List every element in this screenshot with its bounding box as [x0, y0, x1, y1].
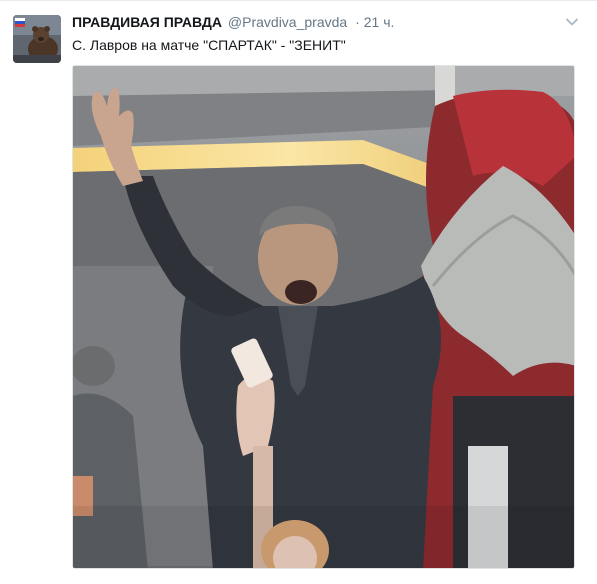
- tweet-card[interactable]: ПРАВДИВАЯ ПРАВДА @Pravdiva_pravda · 21 ч.…: [0, 0, 597, 584]
- chevron-down-icon: [566, 18, 578, 26]
- author-avatar[interactable]: [13, 15, 61, 63]
- author-name[interactable]: ПРАВДИВАЯ ПРАВДА: [72, 14, 222, 30]
- photo-image: [73, 66, 574, 568]
- separator-dot: ·: [355, 14, 360, 30]
- tweet-photo[interactable]: [72, 65, 575, 569]
- author-handle[interactable]: @Pravdiva_pravda: [228, 14, 347, 30]
- tweet-menu-button[interactable]: [565, 15, 579, 29]
- bear-avatar-icon: [13, 15, 61, 63]
- tweet-text: С. Лавров на матче "СПАРТАК" - "ЗЕНИТ": [72, 37, 346, 53]
- tweet-header: ПРАВДИВАЯ ПРАВДА @Pravdiva_pravda · 21 ч.: [72, 13, 557, 31]
- tweet-timestamp[interactable]: 21 ч.: [364, 14, 395, 30]
